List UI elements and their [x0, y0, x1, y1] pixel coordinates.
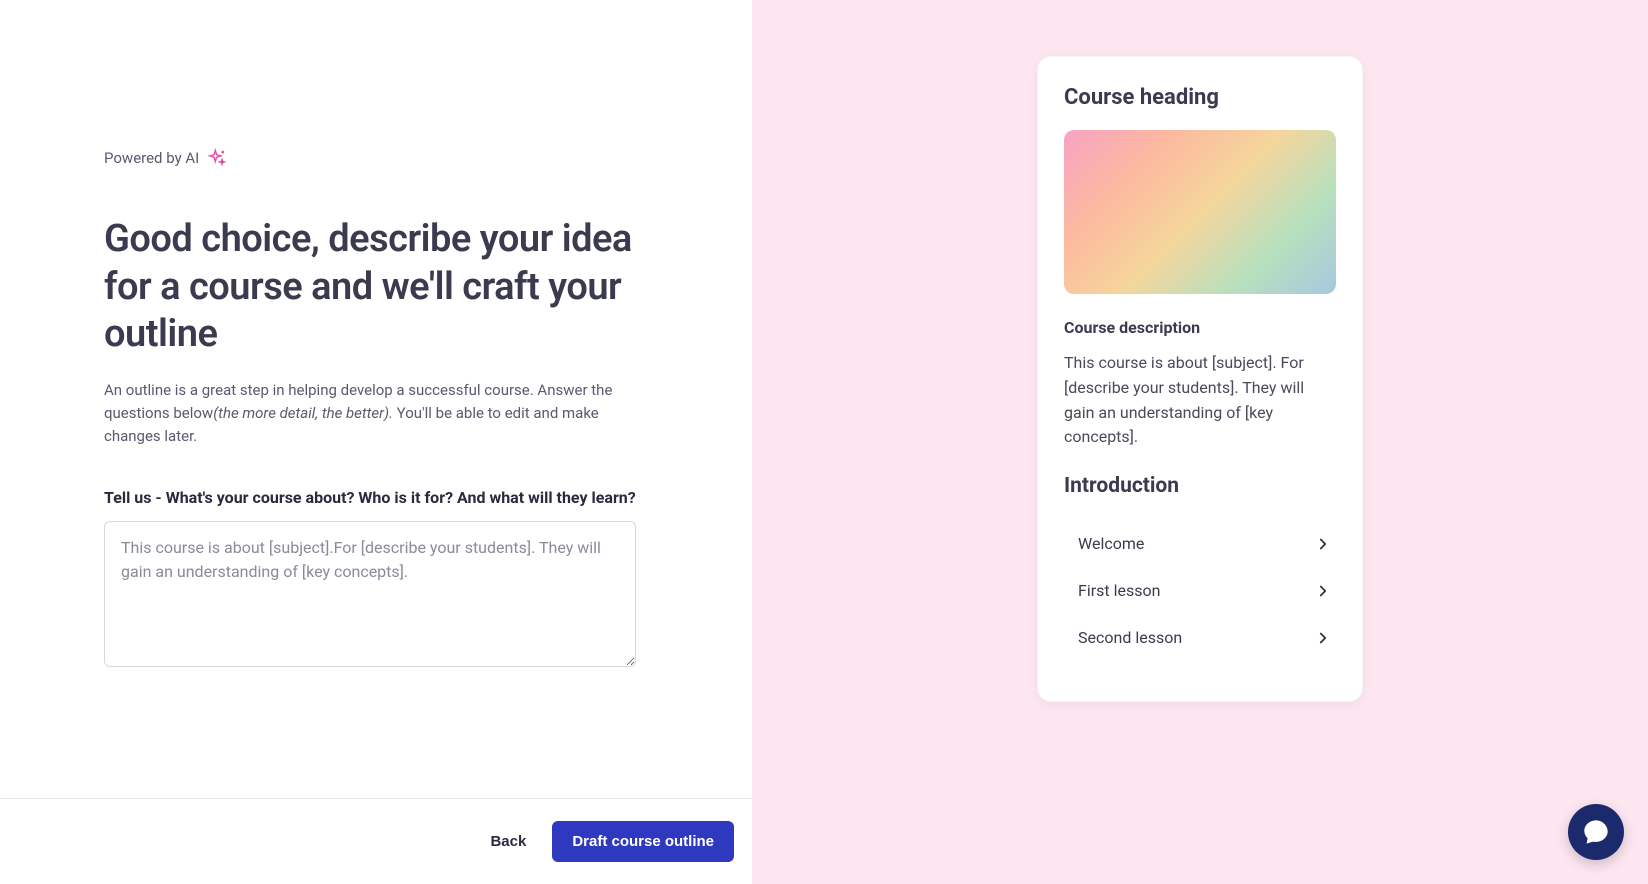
preview-panel: Course heading Course description This c… — [752, 0, 1648, 884]
page-subtext: An outline is a great step in helping de… — [104, 379, 636, 449]
chevron-right-icon — [1314, 582, 1332, 600]
powered-by-badge: Powered by AI — [104, 148, 636, 168]
sparkle-icon — [207, 148, 227, 168]
preview-cover-image — [1064, 130, 1336, 294]
course-description-label: Tell us - What's your course about? Who … — [104, 488, 636, 507]
preview-lesson-label: First lesson — [1078, 581, 1160, 600]
subtext-italic: (the more detail, the better). — [213, 404, 393, 422]
powered-by-label: Powered by AI — [104, 149, 199, 167]
preview-lesson-item[interactable]: First lesson — [1064, 567, 1336, 614]
chevron-right-icon — [1314, 629, 1332, 647]
preview-lesson-label: Second lesson — [1078, 628, 1182, 647]
course-description-input[interactable] — [104, 521, 636, 667]
chat-icon — [1582, 818, 1610, 846]
preview-lesson-label: Welcome — [1078, 534, 1144, 553]
chevron-right-icon — [1314, 535, 1332, 553]
preview-description-text: This course is about [subject]. For [des… — [1064, 351, 1336, 450]
preview-section-title: Introduction — [1064, 474, 1336, 498]
form-panel: Powered by AI Good choice, describe your… — [0, 0, 752, 884]
preview-description-label: Course description — [1064, 318, 1336, 337]
preview-lesson-item[interactable]: Second lesson — [1064, 614, 1336, 661]
preview-course-heading: Course heading — [1064, 85, 1336, 110]
preview-lesson-item[interactable]: Welcome — [1064, 520, 1336, 567]
back-button[interactable]: Back — [484, 823, 532, 860]
footer-actions: Back Draft course outline — [0, 798, 752, 884]
draft-outline-button[interactable]: Draft course outline — [552, 821, 734, 862]
course-preview-card: Course heading Course description This c… — [1037, 56, 1363, 702]
page-heading: Good choice, describe your idea for a co… — [104, 216, 636, 359]
chat-fab-button[interactable] — [1568, 804, 1624, 860]
